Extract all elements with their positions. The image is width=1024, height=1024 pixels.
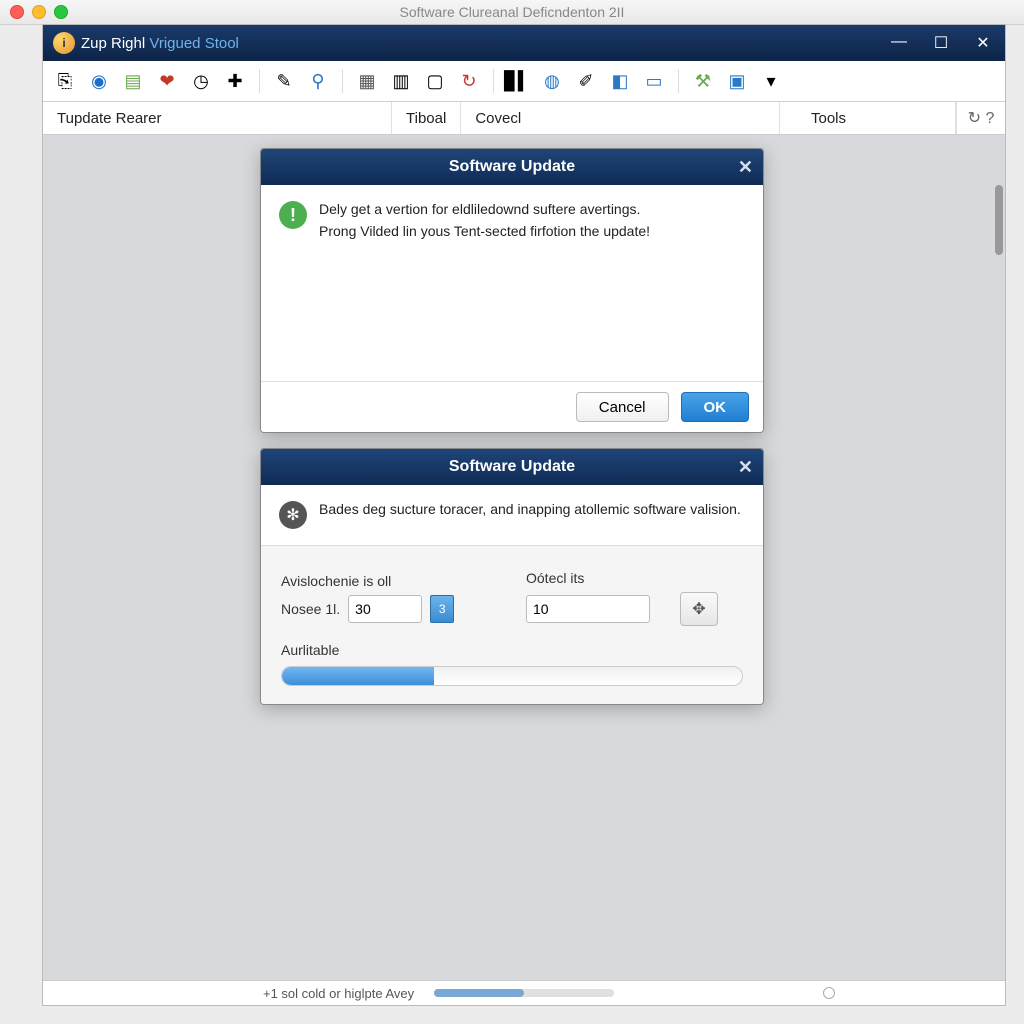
menu-search-help[interactable]: ↻ ? bbox=[956, 102, 1005, 134]
card-icon[interactable]: ▭ bbox=[640, 67, 668, 95]
wrench-icon[interactable]: ⚒ bbox=[689, 67, 717, 95]
ok-button[interactable]: OK bbox=[681, 392, 750, 422]
toolbar-separator bbox=[678, 69, 679, 93]
dialog2-body-text: Bades deg sucture toracer, and inapping … bbox=[319, 501, 741, 517]
note-icon[interactable]: ▤ bbox=[119, 67, 147, 95]
app-title-secondary: Vrigued Stool bbox=[149, 35, 239, 52]
progress-bar bbox=[281, 666, 743, 686]
chart-icon[interactable]: ▊▍ bbox=[504, 67, 532, 95]
world-icon[interactable]: ◍ bbox=[538, 67, 566, 95]
field1-stepper[interactable]: 3 bbox=[430, 595, 454, 623]
edit-icon[interactable]: ✐ bbox=[572, 67, 600, 95]
clock-icon[interactable]: ◷ bbox=[187, 67, 215, 95]
menu-covecl[interactable]: Covecl bbox=[461, 102, 780, 134]
toolbar-separator bbox=[342, 69, 343, 93]
main-toolbar: ⎘ ◉ ▤ ❤ ◷ ✚ ✎ ⚲ ▦ ▥ ▢ ↻ ▊▍ ◍ ✐ ◧ ▭ ⚒ ▣ ▾ bbox=[43, 61, 1005, 102]
app-logo-icon: i bbox=[53, 32, 75, 54]
dialog1-title: Software Update bbox=[449, 158, 575, 176]
globe-icon[interactable]: ◉ bbox=[85, 67, 113, 95]
dialog2-titlebar: Software Update ✕ bbox=[261, 449, 763, 485]
status-progress bbox=[434, 989, 614, 997]
page-icon[interactable]: ▢ bbox=[421, 67, 449, 95]
heart-icon[interactable]: ❤ bbox=[153, 67, 181, 95]
mac-window-titlebar: Software Clureanal Deficndenton 2II bbox=[0, 0, 1024, 25]
plus-icon[interactable]: ✚ bbox=[221, 67, 249, 95]
grid-icon[interactable]: ▥ bbox=[387, 67, 415, 95]
calendar-icon[interactable]: ▦ bbox=[353, 67, 381, 95]
cancel-button[interactable]: Cancel bbox=[576, 392, 669, 422]
gear-icon: ✻ bbox=[279, 501, 307, 529]
dialog2-close-button[interactable]: ✕ bbox=[738, 457, 753, 478]
progress-fill bbox=[282, 667, 434, 685]
status-bar: +1 sol cold or higlpte Avey bbox=[43, 980, 1005, 1005]
vertical-scrollbar[interactable] bbox=[995, 185, 1003, 255]
key-icon[interactable]: ◧ bbox=[606, 67, 634, 95]
group1-label: Avislochenie is oll bbox=[281, 573, 498, 589]
software-update-dialog-1: Software Update ✕ ! Dely get a vertion f… bbox=[260, 148, 764, 433]
dialog1-message: Dely get a vertion for eldliledownd suft… bbox=[319, 201, 650, 245]
dialog1-close-button[interactable]: ✕ bbox=[738, 157, 753, 178]
progress-label: Aurlitable bbox=[281, 642, 743, 658]
group2-label: Oótecl its bbox=[526, 570, 743, 586]
app-title-primary: Zup Righl bbox=[81, 35, 145, 52]
menu-tiboal[interactable]: Tiboal bbox=[392, 102, 461, 134]
window-icon[interactable]: ▣ bbox=[723, 67, 751, 95]
dialog1-line2: Prong Vilded lin yous Tent-sected firfot… bbox=[319, 223, 650, 239]
toolbar-separator bbox=[493, 69, 494, 93]
status-indicator-icon bbox=[823, 987, 835, 999]
app-header-bar: i Zup Righl Vrigued Stool — ☐ ✕ bbox=[43, 25, 1005, 61]
info-icon: ! bbox=[279, 201, 307, 229]
expand-button[interactable]: ✥ bbox=[680, 592, 718, 626]
menu-bar: Tupdate Rearer Tiboal Covecl Tools ↻ ? bbox=[43, 102, 1005, 135]
field1-input[interactable] bbox=[348, 595, 422, 623]
app-title: Zup Righl Vrigued Stool bbox=[81, 35, 239, 52]
field1-label: Nosee 1l. bbox=[281, 601, 340, 617]
home-icon[interactable]: ⎘ bbox=[51, 67, 79, 95]
status-text: +1 sol cold or higlpte Avey bbox=[263, 986, 414, 1001]
dialog2-title: Software Update bbox=[449, 458, 575, 476]
software-update-dialog-2: Software Update ✕ ✻ Bades deg sucture to… bbox=[260, 448, 764, 705]
toolbar-separator bbox=[259, 69, 260, 93]
window-maximize-button[interactable]: ☐ bbox=[929, 33, 953, 53]
dialog1-line1: Dely get a vertion for eldliledownd suft… bbox=[319, 201, 650, 217]
refresh-icon[interactable]: ↻ bbox=[455, 67, 483, 95]
dropdown-icon[interactable]: ▾ bbox=[757, 67, 785, 95]
dialog1-titlebar: Software Update ✕ bbox=[261, 149, 763, 185]
pen-icon[interactable]: ✎ bbox=[270, 67, 298, 95]
menu-tools[interactable]: Tools bbox=[797, 102, 956, 134]
window-close-button[interactable]: ✕ bbox=[971, 33, 995, 53]
mac-window-title: Software Clureanal Deficndenton 2II bbox=[0, 4, 1024, 20]
dialog2-message: Bades deg sucture toracer, and inapping … bbox=[319, 501, 741, 529]
field2-input[interactable] bbox=[526, 595, 650, 623]
window-minimize-button[interactable]: — bbox=[887, 33, 911, 53]
menu-updater[interactable]: Tupdate Rearer bbox=[43, 102, 392, 134]
tag-icon[interactable]: ⚲ bbox=[304, 67, 332, 95]
